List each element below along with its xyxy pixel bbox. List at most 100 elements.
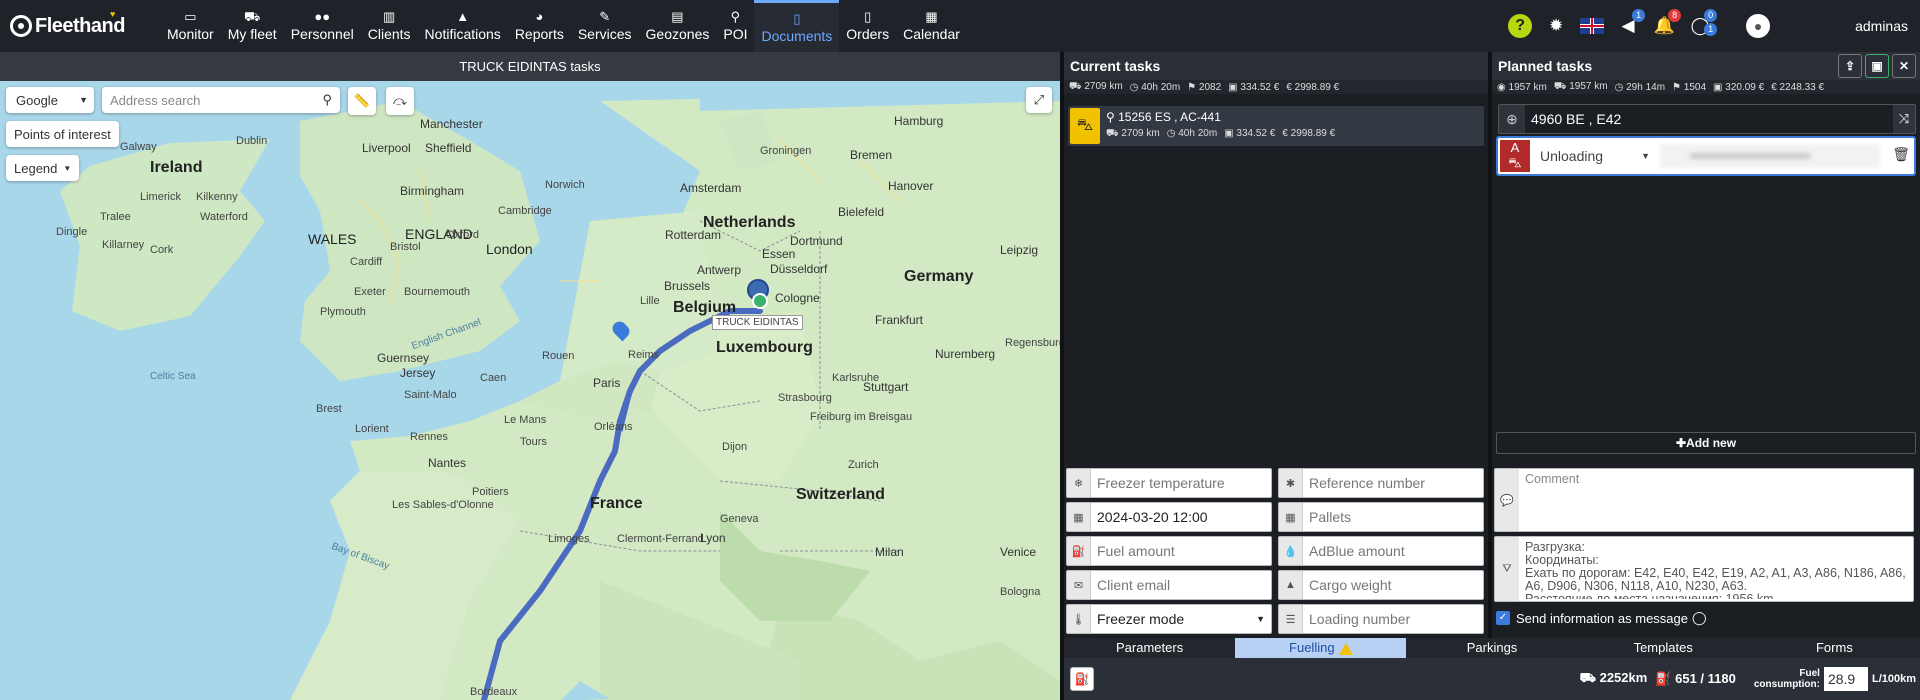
reference-number-field[interactable]: ✱ Reference number <box>1278 468 1484 498</box>
nav-personnel[interactable]: ●● Personnel <box>284 0 361 52</box>
close-icon: ✕ <box>1898 59 1910 73</box>
legend-dropdown[interactable]: Legend ▼ <box>6 155 80 181</box>
uk-flag-icon <box>1580 18 1605 34</box>
expand-icon: ⤢ <box>1033 92 1045 107</box>
truck-label: TRUCK EIDINTAS <box>712 315 803 330</box>
pallets-icon: ▦ <box>1279 503 1303 531</box>
nav-orders[interactable]: ▯ Orders <box>839 0 896 52</box>
label-saint-malo: Saint-Malo <box>404 389 457 401</box>
date-field[interactable]: ▦ 2024-03-20 12:00 <box>1066 502 1272 532</box>
nav-monitor[interactable]: ▭ Monitor <box>160 0 221 52</box>
adblue-amount-placeholder: AdBlue amount <box>1309 543 1405 559</box>
label-frankfurt: Frankfurt <box>875 313 924 327</box>
points-of-interest-button[interactable]: Points of interest <box>6 121 119 147</box>
tab-forms-label: Forms <box>1815 640 1853 655</box>
user-avatar[interactable]: ● <box>1746 14 1771 38</box>
nav-my-fleet[interactable]: ⛟ My fleet <box>221 0 284 52</box>
address-search-input[interactable]: Address search ⚲ <box>102 87 340 113</box>
comment-textarea[interactable]: 💬 Comment <box>1494 468 1914 532</box>
tab-parkings[interactable]: Parkings <box>1406 638 1577 658</box>
save-icon: ▣ <box>1871 59 1883 73</box>
planned-address-input[interactable]: 4960 BE , E42 <box>1525 105 1893 133</box>
save-button[interactable]: ▣ <box>1865 54 1889 78</box>
planned-distance-1: ◉ 1957 km <box>1497 81 1547 93</box>
label-strasbourg: Strasbourg <box>778 392 832 404</box>
label-lorient: Lorient <box>355 423 389 435</box>
route-details-text: Разгрузка: Координаты: Ехать по дорогам:… <box>1525 541 1906 599</box>
label-poitiers: Poitiers <box>472 486 509 498</box>
ruler-button[interactable]: 📏 <box>348 87 376 115</box>
map-canvas[interactable]: Ireland Dublin Galway Limerick Kilkenny … <box>0 81 1060 700</box>
announcements-button[interactable]: ◀ 1 <box>1613 9 1646 41</box>
cost-stat: ▣ 334.52 € <box>1228 81 1280 93</box>
planned-address-row[interactable]: ⊕ 4960 BE , E42 ⤨ <box>1498 104 1916 134</box>
label-reims: Reims <box>628 349 660 361</box>
task-cost: ▣ 334.52 € <box>1224 128 1276 139</box>
stat-count: 2082 <box>1198 81 1222 93</box>
cargo-weight-field[interactable]: ▲ Cargo weight <box>1278 570 1484 600</box>
help-button[interactable]: ? <box>1505 11 1535 41</box>
nav-reports[interactable]: ◕ Reports <box>508 0 571 52</box>
unloading-task-row[interactable]: A ⛍ Unloading ▼ 🗑 <box>1496 136 1916 176</box>
loading-number-field[interactable]: ☰ Loading number <box>1278 604 1484 634</box>
task-cost-value: 334.52 € <box>1236 128 1276 139</box>
export-button[interactable]: ⇪ <box>1838 54 1862 78</box>
client-email-field[interactable]: ✉ Client email <box>1066 570 1272 600</box>
label-celtic-sea: Celtic Sea <box>150 371 196 382</box>
poi-label: Points of interest <box>14 126 111 142</box>
tab-forms[interactable]: Forms <box>1749 638 1920 658</box>
start-marker-icon[interactable] <box>752 293 768 309</box>
shuffle-icon[interactable]: ⤨ <box>1893 111 1915 127</box>
fullscreen-button[interactable]: ⤢ <box>1026 87 1052 113</box>
nav-documents[interactable]: ▯ Documents <box>754 0 840 52</box>
action-type-select[interactable]: Unloading ▼ <box>1536 144 1654 168</box>
label-guernsey: Guernsey <box>377 351 430 365</box>
label-lyon: Lyon <box>700 531 726 545</box>
close-button[interactable]: ✕ <box>1892 54 1916 78</box>
nav-notifications[interactable]: ▲ Notifications <box>418 0 508 52</box>
adblue-amount-field[interactable]: 💧 AdBlue amount <box>1278 536 1484 566</box>
planned-price: € 2248.33 € <box>1771 81 1825 93</box>
add-new-button[interactable]: ✚Add new <box>1496 432 1916 454</box>
fuel-consumption-label: Fuel consumption: <box>1754 668 1820 690</box>
nav-label: Calendar <box>903 26 960 42</box>
fuel-amount-field[interactable]: ⛽ Fuel amount <box>1066 536 1272 566</box>
task-time: ◷ 40h 20m <box>1166 128 1218 139</box>
nav-geozones[interactable]: ▤ Geozones <box>639 0 717 52</box>
current-task-row[interactable]: ⛍ ⚲ 15256 ES , AC-441 ⛟ 2709 km ◷ 40h 20… <box>1068 106 1484 146</box>
nav-calendar[interactable]: ▦ Calendar <box>896 0 967 52</box>
pallets-field[interactable]: ▦ Pallets <box>1278 502 1484 532</box>
alerts-button[interactable]: 🔔 8 <box>1649 9 1682 41</box>
fuel-distance: ⛟ 2252km <box>1579 670 1648 685</box>
username[interactable]: adminas <box>1855 18 1908 34</box>
trash-icon[interactable]: 🗑 <box>1892 146 1910 163</box>
bug-icon: ✹ <box>1548 16 1564 35</box>
freezer-mode-select[interactable]: 🌡 Freezer mode ▼ <box>1066 604 1272 634</box>
tab-templates[interactable]: Templates <box>1578 638 1749 658</box>
label-bournemouth: Bournemouth <box>404 286 471 298</box>
nav-clients[interactable]: ▥ Clients <box>361 0 418 52</box>
bug-report-button[interactable]: ✹ <box>1541 11 1571 41</box>
fuel-station-button[interactable]: ⛽ <box>1070 667 1094 691</box>
send-message-checkbox[interactable]: ✓ Send information as message ◯ <box>1496 610 1707 626</box>
language-button[interactable] <box>1577 11 1607 41</box>
label-limerick: Limerick <box>140 191 181 203</box>
route-details-textarea[interactable]: ⛛ Разгрузка: Координаты: Ехать по дорогам… <box>1494 536 1914 602</box>
fleethand-logo[interactable]: Fleethand ♥ <box>10 9 160 38</box>
main-nav: ▭ Monitor ⛟ My fleet ●● Personnel ▥ Clients … <box>160 0 967 52</box>
messages-button[interactable]: ◯ 0 1 <box>1685 9 1718 41</box>
document-icon: ▯ <box>793 10 801 26</box>
tab-fuelling[interactable]: Fuelling <box>1235 638 1407 658</box>
freezer-temperature-field[interactable]: ❄ Freezer temperature <box>1066 468 1272 498</box>
route-button[interactable]: ⤼ <box>386 87 414 115</box>
fuel-consumption-input[interactable]: 28.9 <box>1823 667 1868 691</box>
legend-label: Legend <box>14 160 58 176</box>
label-cambridge: Cambridge <box>498 205 552 217</box>
location-pin-icon[interactable]: ⚲ <box>322 92 332 108</box>
tab-parameters[interactable]: Parameters <box>1064 638 1235 658</box>
map-provider-select[interactable]: Google ▼ <box>6 87 94 113</box>
nav-poi[interactable]: ⚲ POI <box>716 0 754 52</box>
label-brest: Brest <box>316 403 342 415</box>
planned-distance-2-value: 1957 km <box>1569 80 1608 92</box>
nav-services[interactable]: ✎ Services <box>571 0 639 52</box>
